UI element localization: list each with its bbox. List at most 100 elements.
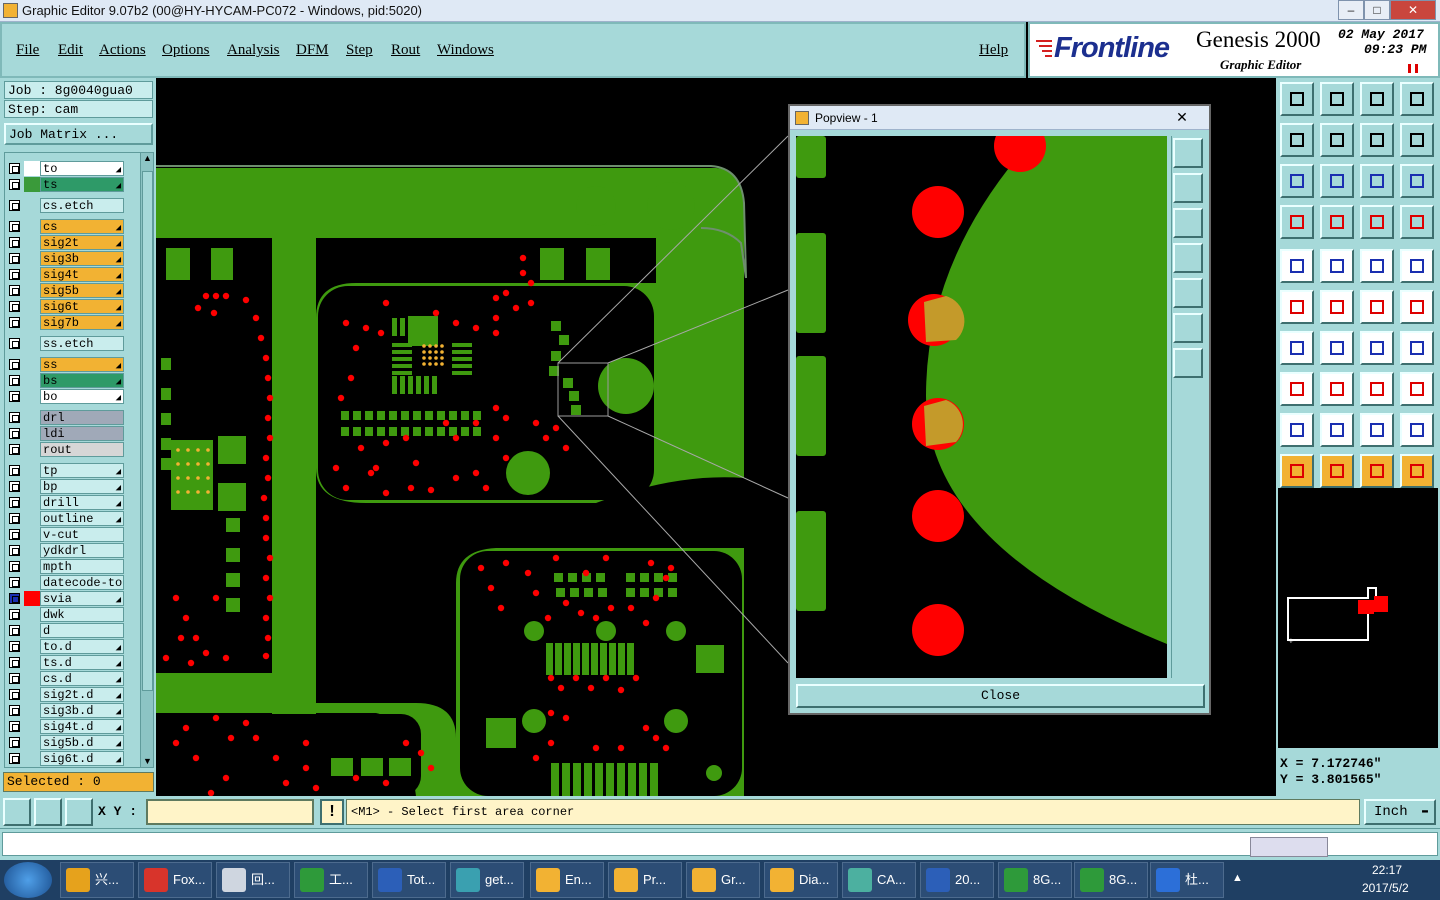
layer-checkbox[interactable] — [9, 689, 20, 700]
layer-checkbox[interactable] — [9, 317, 20, 328]
dot-icon[interactable] — [1400, 249, 1434, 283]
layer-name[interactable]: drl — [40, 410, 124, 425]
layer-color-swatch[interactable] — [24, 527, 40, 542]
rotate-icon[interactable] — [1360, 331, 1394, 365]
layer-checkbox[interactable] — [9, 609, 20, 620]
taskbar-item[interactable]: 回... — [216, 862, 290, 898]
snap-icon[interactable] — [1400, 123, 1434, 157]
layer-row-cs[interactable]: cs ◢ — [6, 219, 124, 234]
layer-row-ts[interactable]: ts ◢ — [6, 177, 124, 192]
layer-row-sig5b[interactable]: sig5b ◢ — [6, 283, 124, 298]
layer-checkbox[interactable] — [9, 200, 20, 211]
move-icon[interactable] — [1280, 372, 1314, 406]
layers-blue-icon[interactable] — [1400, 205, 1434, 239]
menu-edit[interactable]: Edit — [58, 42, 83, 59]
layer-row-sig2t.d[interactable]: sig2t.d ◢ — [6, 687, 124, 702]
maximize-button[interactable]: □ — [1364, 0, 1390, 20]
menu-windows[interactable]: Windows — [437, 42, 494, 59]
connect-icon[interactable] — [1280, 290, 1314, 324]
layer-checkbox[interactable] — [9, 412, 20, 423]
popview-close-button[interactable]: Close — [796, 684, 1205, 708]
layer-color-swatch[interactable] — [24, 495, 40, 510]
arrow-up-icon[interactable] — [1320, 413, 1354, 447]
slash-icon[interactable] — [1320, 331, 1354, 365]
layer-color-swatch[interactable] — [24, 235, 40, 250]
popview-window[interactable]: Popview - 1 ✕ Close — [788, 104, 1211, 715]
select-net-icon[interactable] — [1320, 205, 1354, 239]
layer-row-svia[interactable]: svia ◢ — [6, 591, 124, 606]
layer-color-swatch[interactable] — [24, 623, 40, 638]
layer-row-rout[interactable]: rout — [6, 442, 124, 457]
trace-icon[interactable] — [1320, 249, 1354, 283]
layer-row-cs.d[interactable]: cs.d ◢ — [6, 671, 124, 686]
arch-icon[interactable] — [1360, 413, 1394, 447]
layer-color-swatch[interactable] — [24, 442, 40, 457]
layer-color-swatch[interactable] — [24, 267, 40, 282]
layer-row-d[interactable]: d — [6, 623, 124, 638]
select-path-icon[interactable] — [1400, 454, 1434, 488]
layer-row-ldi[interactable]: ldi — [6, 426, 124, 441]
layer-checkbox[interactable] — [9, 301, 20, 312]
tray-icons[interactable] — [1252, 872, 1332, 888]
layer-color-swatch[interactable] — [24, 687, 40, 702]
layer-row-outline[interactable]: outline ◢ — [6, 511, 124, 526]
start-button[interactable] — [4, 862, 52, 898]
menu-options[interactable]: Options — [162, 42, 210, 59]
menu-step[interactable]: Step — [346, 42, 373, 59]
house-icon[interactable] — [1360, 82, 1394, 116]
layer-name[interactable]: bo ◢ — [40, 389, 124, 404]
layer-row-sig2t[interactable]: sig2t ◢ — [6, 235, 124, 250]
close-window-button[interactable]: ✕ — [1390, 0, 1436, 20]
layer-row-tp[interactable]: tp ◢ — [6, 463, 124, 478]
window-icon[interactable] — [1400, 82, 1434, 116]
layer-row-dwk[interactable]: dwk — [6, 607, 124, 622]
layer-checkbox[interactable] — [9, 481, 20, 492]
layer-checkbox[interactable] — [9, 269, 20, 280]
scroll-thumb[interactable] — [142, 171, 153, 691]
layer-checkbox[interactable] — [9, 237, 20, 248]
taskbar-item[interactable]: get... — [450, 862, 524, 898]
taskbar-item[interactable]: CA... — [842, 862, 916, 898]
layer-row-sig7b[interactable]: sig7b ◢ — [6, 315, 124, 330]
layer-checkbox[interactable] — [9, 641, 20, 652]
taskbar-item[interactable]: 兴... — [60, 862, 134, 898]
layer-row-cs.etch[interactable]: cs.etch — [6, 198, 124, 213]
layer-checkbox[interactable] — [9, 253, 20, 264]
layer-checkbox[interactable] — [9, 428, 20, 439]
layer-color-swatch[interactable] — [24, 655, 40, 670]
scroll-down-icon[interactable]: ▼ — [142, 756, 153, 767]
scroll-up-icon[interactable]: ▲ — [142, 153, 153, 164]
layer-name[interactable]: drill ◢ — [40, 495, 124, 510]
layer-name[interactable]: to.d ◢ — [40, 639, 124, 654]
layer-name[interactable]: sig3b ◢ — [40, 251, 124, 266]
layer-name[interactable]: to ◢ — [40, 161, 124, 176]
help-icon[interactable] — [1400, 164, 1434, 198]
layer-color-swatch[interactable] — [24, 719, 40, 734]
layer-checkbox[interactable] — [9, 529, 20, 540]
layer-checkbox[interactable] — [9, 545, 20, 556]
layer-checkbox[interactable] — [9, 338, 20, 349]
layer-name[interactable]: sig3b.d ◢ — [40, 703, 124, 718]
layer-color-swatch[interactable] — [24, 336, 40, 351]
popview-zoom-in-icon[interactable] — [1173, 313, 1203, 343]
layer-row-v-cut[interactable]: v-cut — [6, 527, 124, 542]
taskbar-item[interactable]: 8G... — [998, 862, 1072, 898]
layer-name[interactable]: ts.d ◢ — [40, 655, 124, 670]
layer-name[interactable]: sig4t ◢ — [40, 267, 124, 282]
taskbar-item[interactable]: 20... — [920, 862, 994, 898]
layer-checkbox[interactable] — [9, 737, 20, 748]
scale-icon[interactable] — [1360, 164, 1394, 198]
taskbar-item[interactable]: Pr... — [608, 862, 682, 898]
taskbar-item[interactable]: 8G... — [1074, 862, 1148, 898]
layer-name[interactable]: rout — [40, 442, 124, 457]
layer-name[interactable]: sig5b.d ◢ — [40, 735, 124, 750]
layer-name[interactable]: sig7b ◢ — [40, 315, 124, 330]
layer-row-ts.d[interactable]: ts.d ◢ — [6, 655, 124, 670]
layer-checkbox[interactable] — [9, 285, 20, 296]
layer-name[interactable]: ss ◢ — [40, 357, 124, 372]
layer-color-swatch[interactable] — [24, 607, 40, 622]
layer-name[interactable]: sig5b ◢ — [40, 283, 124, 298]
layer-row-bo[interactable]: bo ◢ — [6, 389, 124, 404]
units-select[interactable]: Inch ▬ — [1364, 799, 1436, 825]
menu-dfm[interactable]: DFM — [296, 42, 329, 59]
